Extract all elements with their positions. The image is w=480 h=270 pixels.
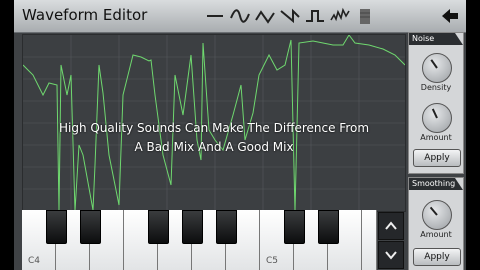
waveform-editor-app: Waveform Editor High Quality Sounds Can … — [14, 0, 466, 270]
piano-key-gs4[interactable] — [182, 210, 203, 244]
noise-panel-title: Noise — [409, 33, 463, 45]
smoothing-panel-title: Smoothing — [409, 178, 463, 190]
noise-amount-knob[interactable] — [422, 103, 452, 133]
key-label-c4: C4 — [28, 256, 41, 266]
smoothing-panel: Smoothing Amount Apply — [408, 177, 464, 270]
density-knob[interactable] — [422, 53, 452, 83]
noise-amount-label: Amount — [420, 133, 452, 142]
chevron-down-icon — [385, 251, 397, 260]
noise-wave-icon[interactable] — [329, 6, 351, 26]
smoothing-amount-knob[interactable] — [422, 200, 452, 230]
sine-wave-icon[interactable] — [229, 6, 251, 26]
noise-panel: Noise Density Amount Apply — [408, 32, 464, 174]
smoothing-amount-label: Amount — [420, 230, 452, 239]
app-title: Waveform Editor — [22, 6, 148, 24]
chevron-up-icon — [385, 221, 397, 230]
piano-key-ds5[interactable] — [318, 210, 339, 244]
smoothing-apply-button[interactable]: Apply — [413, 248, 461, 266]
density-label: Density — [420, 83, 452, 92]
triangle-wave-icon[interactable] — [254, 6, 276, 26]
flat-line-icon[interactable] — [204, 6, 226, 26]
title-bar: Waveform Editor — [14, 0, 466, 33]
waveform-canvas[interactable]: High Quality Sounds Can Make The Differe… — [22, 34, 406, 212]
piano-key-ds4[interactable] — [80, 210, 101, 244]
caption-line-1: High Quality Sounds Can Make The Differe… — [58, 121, 370, 135]
octave-up-button[interactable] — [378, 212, 404, 240]
caption-line-2: A Bad Mix And A Good Mix — [134, 140, 294, 154]
sawtooth-wave-icon[interactable] — [279, 6, 301, 26]
piano-key-cs5[interactable] — [284, 210, 305, 244]
piano-key-as4[interactable] — [216, 210, 237, 244]
octave-down-button[interactable] — [378, 241, 404, 269]
square-wave-icon[interactable] — [304, 6, 326, 26]
back-arrow-icon[interactable] — [440, 6, 460, 26]
piano-keyboard: C4 C5 — [22, 210, 377, 270]
sample-icon[interactable] — [354, 6, 376, 26]
key-label-c5: C5 — [266, 256, 279, 266]
caption-overlay: High Quality Sounds Can Make The Differe… — [23, 119, 405, 157]
piano-key-cs4[interactable] — [46, 210, 67, 244]
piano-key-fs4[interactable] — [148, 210, 169, 244]
piano-key-f5[interactable] — [362, 210, 377, 270]
noise-apply-button[interactable]: Apply — [413, 149, 461, 167]
